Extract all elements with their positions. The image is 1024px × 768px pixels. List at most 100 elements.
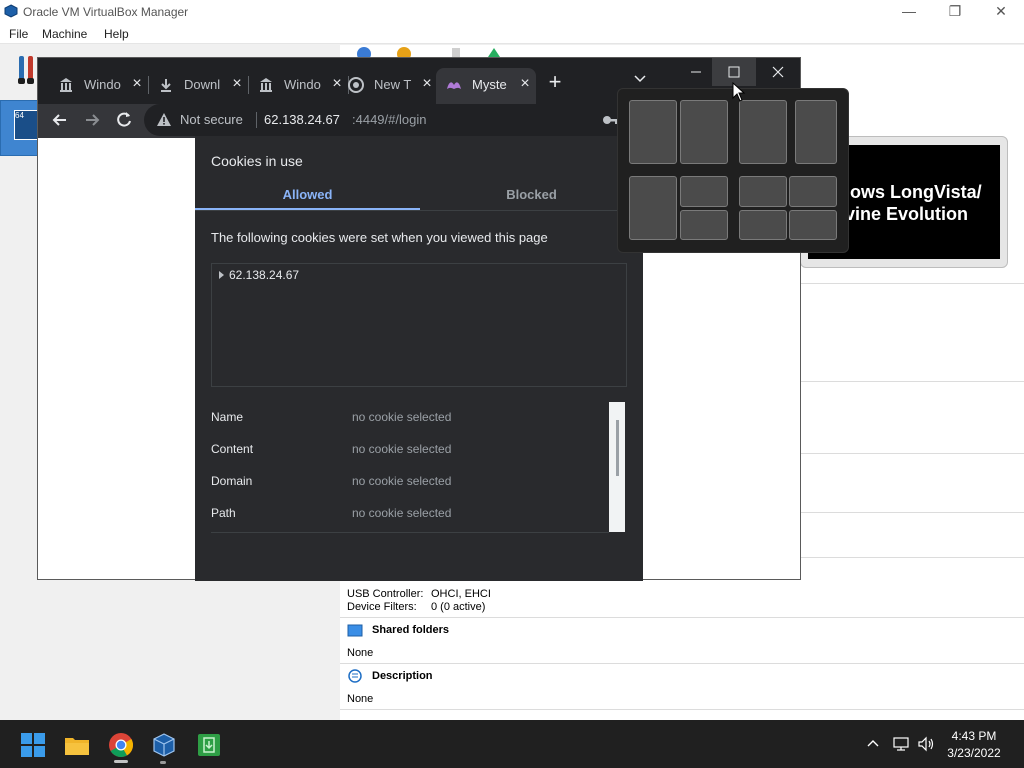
description-value: None [347, 693, 374, 705]
back-arrow-icon[interactable] [50, 110, 70, 130]
cookie-tree[interactable]: 62.138.24.67 [211, 263, 627, 387]
tab-close-button[interactable]: × [130, 75, 144, 93]
warning-triangle-icon[interactable] [156, 112, 172, 128]
snap-layout-bottom-right[interactable] [680, 210, 728, 240]
description-title[interactable]: Description [372, 670, 433, 682]
browser-tab[interactable]: New T × [338, 68, 438, 104]
tree-item-host[interactable]: 62.138.24.67 [229, 268, 299, 282]
snap-layout-split-left[interactable] [739, 100, 787, 164]
menu-help[interactable]: Help [104, 27, 129, 41]
detail-key-domain: Domain [211, 474, 253, 488]
tab-close-button[interactable]: × [518, 75, 532, 93]
tools-icon[interactable] [16, 54, 38, 86]
usb-controller-value: OHCI, EHCI [431, 588, 491, 600]
snap-layout-quad-tl[interactable] [739, 176, 787, 207]
tab-title: Myste [472, 77, 507, 92]
snap-layout-quad-br[interactable] [789, 210, 837, 240]
chrome-icon [348, 77, 364, 93]
vm-os-icon: 64 [14, 110, 38, 140]
vbox-titlebar: Oracle VM VirtualBox Manager — ❐ ✕ [0, 0, 1024, 24]
chrome-close-button[interactable] [756, 58, 800, 86]
tab-title: Windo [84, 77, 121, 92]
usb-controller-label: USB Controller: [347, 588, 424, 600]
snap-layout-main-left[interactable] [629, 176, 677, 240]
file-explorer-icon[interactable] [64, 732, 90, 758]
browser-tab-active[interactable]: Myste × [436, 68, 536, 104]
museum-icon [60, 78, 72, 92]
detail-key-name: Name [211, 410, 244, 424]
tab-allowed[interactable]: Allowed [195, 180, 420, 210]
museum-icon [260, 78, 272, 92]
tab-close-button[interactable]: × [230, 75, 244, 93]
expand-arrow-icon[interactable] [219, 271, 224, 279]
forward-arrow-icon[interactable] [82, 110, 102, 130]
mouse-cursor-icon [732, 82, 746, 102]
detail-value-path: no cookie selected [352, 506, 452, 520]
browser-tab[interactable]: Windo × [248, 68, 348, 104]
description-icon [348, 669, 362, 683]
tab-title: New T [374, 77, 412, 92]
detail-value-name: no cookie selected [352, 410, 452, 424]
volume-icon[interactable] [917, 735, 935, 753]
device-filters-value: 0 (0 active) [431, 601, 486, 613]
divider [800, 381, 1024, 382]
browser-tab[interactable]: Windo × [48, 68, 148, 104]
menu-machine[interactable]: Machine [42, 27, 87, 41]
snap-layout-top-right[interactable] [680, 176, 728, 207]
vm-preview-text-line1: lows LongVista/ [845, 182, 982, 202]
reload-icon[interactable] [114, 110, 134, 130]
chevron-down-icon[interactable] [628, 66, 652, 90]
cookies-description: The following cookies were set when you … [211, 230, 548, 245]
mystery-icon [447, 82, 461, 89]
green-app-icon[interactable] [196, 732, 222, 758]
tab-title: Windo [284, 77, 321, 92]
snap-layout-halves-right[interactable] [680, 100, 728, 164]
divider [211, 532, 609, 533]
shared-folders-title[interactable]: Shared folders [372, 624, 449, 636]
divider [340, 663, 1024, 664]
scrollbar-thumb[interactable] [616, 420, 619, 476]
tab-blocked[interactable]: Blocked [420, 180, 643, 210]
vbox-maximize-button[interactable]: ❐ [932, 0, 978, 24]
chrome-taskbar-icon[interactable] [108, 732, 134, 758]
divider [340, 617, 1024, 618]
running-indicator [160, 761, 166, 764]
details-scrollbar[interactable] [609, 402, 625, 532]
detail-value-domain: no cookie selected [352, 474, 452, 488]
vm-os-icon-label: 64 [15, 111, 24, 120]
divider [800, 453, 1024, 454]
virtualbox-taskbar-icon[interactable] [151, 732, 177, 758]
virtualbox-logo-icon [4, 4, 18, 18]
url-host: 62.138.24.67 [264, 112, 340, 127]
snap-layout-halves-left[interactable] [629, 100, 677, 164]
menu-file[interactable]: File [9, 27, 28, 41]
snap-layout-quad-bl[interactable] [739, 210, 787, 240]
divider [800, 283, 1024, 284]
network-icon[interactable] [892, 735, 910, 753]
divider [256, 112, 257, 128]
tab-title: Downl [184, 77, 221, 92]
download-icon [161, 79, 171, 92]
detail-key-path: Path [211, 506, 236, 520]
cookies-dialog: Cookies in use Allowed Blocked The follo… [195, 136, 643, 581]
vm-preview-text-line2: vine Evolution [845, 204, 969, 224]
vbox-close-button[interactable]: ✕ [978, 0, 1024, 24]
vbox-minimize-button[interactable]: — [886, 0, 932, 24]
new-tab-button[interactable]: + [544, 71, 566, 94]
not-secure-label[interactable]: Not secure [180, 112, 243, 127]
divider [195, 210, 643, 211]
clock-time[interactable]: 4:43 PM [944, 729, 1004, 743]
chevron-up-icon[interactable] [865, 736, 881, 752]
device-filters-label: Device Filters: [347, 601, 417, 613]
clock-date[interactable]: 3/23/2022 [944, 746, 1004, 760]
divider [800, 557, 1024, 558]
shared-folders-icon [347, 624, 363, 637]
snap-layouts-flyout [617, 88, 849, 253]
tab-close-button[interactable]: × [420, 75, 434, 93]
detail-value-content: no cookie selected [352, 442, 452, 456]
windows-start-icon[interactable] [20, 732, 46, 758]
browser-tab[interactable]: Downl × [148, 68, 248, 104]
snap-layout-split-right[interactable] [795, 100, 837, 164]
divider [800, 512, 1024, 513]
snap-layout-quad-tr[interactable] [789, 176, 837, 207]
